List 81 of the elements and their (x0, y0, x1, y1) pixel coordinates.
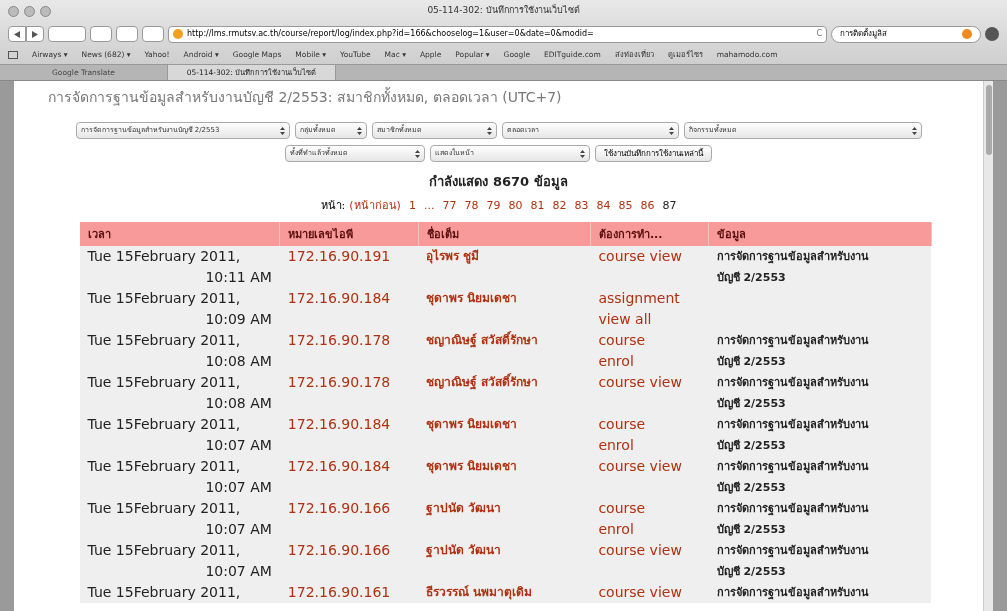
updown-icon (279, 126, 285, 135)
updown-icon (486, 126, 492, 135)
page-link[interactable]: 77 (442, 197, 457, 214)
ip-link[interactable]: 172.16.90.161 (279, 582, 419, 603)
filter-button[interactable]: ใช้งานบันทึกการใช้งานเหล่านี้ (595, 145, 712, 162)
action-link[interactable]: course view (590, 246, 709, 288)
clear-icon[interactable] (962, 29, 972, 39)
name-link[interactable]: ชญาณิษฐ์ สวัสดิ์รักษา (418, 372, 591, 414)
time-cell: Tue 15February 2011, 10:07 AM (79, 456, 280, 498)
info-cell: การจัดการฐานข้อมูลสำหรับงาน บัญชี 2/2553 (708, 498, 931, 540)
action-link[interactable]: course view (590, 540, 709, 582)
updown-icon (415, 149, 420, 158)
window-control[interactable] (8, 5, 19, 17)
page-link[interactable]: 78 (464, 197, 479, 214)
time-cell: Tue 15February 2011, 10:07 AM (79, 498, 280, 540)
time-cell: Tue 15February 2011, 10:11 AM (79, 246, 280, 288)
updown-icon (356, 126, 362, 135)
updown-icon (668, 126, 674, 135)
page-link[interactable]: 84 (596, 197, 611, 214)
name-link[interactable]: ชญาณิษฐ์ สวัสดิ์รักษา (418, 330, 591, 372)
ip-link[interactable]: 172.16.90.166 (279, 498, 419, 540)
address-field[interactable]: http://lms.rmutsv.ac.th/course/report/log/index.php?id=166&chooselog=1&user=0&date=0&modid= C (168, 25, 827, 43)
ip-link[interactable]: 172.16.90.184 (279, 456, 419, 498)
previous-page-link[interactable]: (หน้าก่อน) (349, 197, 401, 214)
page-link[interactable]: 1 (408, 197, 416, 214)
ip-link[interactable]: 172.16.90.184 (279, 414, 419, 456)
info-cell: การจัดการฐานข้อมูลสำหรับงาน บัญชี 2/2553 (708, 414, 931, 456)
window-control[interactable] (24, 5, 35, 17)
time-cell: Tue 15February 2011, 10:08 AM (79, 372, 280, 414)
window-control[interactable] (40, 5, 51, 17)
page-link[interactable]: 80 (508, 197, 523, 214)
info-cell: การจัดการฐานข้อมูลสำหรับงาน (708, 582, 931, 603)
search-field[interactable]: การติดตั้งมูลิส (831, 25, 981, 43)
action-link[interactable]: course view (590, 582, 709, 603)
page-link[interactable]: 83 (574, 197, 589, 214)
action-link[interactable]: course view (590, 372, 709, 414)
page-link[interactable]: 86 (640, 197, 655, 214)
updown-icon (911, 126, 917, 135)
page-heading: การจัดการฐานข้อมูลสำหรับงานบัญชี 2/2553: สมาชิกทั้งหมด, ตลอดเวลา (UTC+7) (48, 87, 562, 108)
action-link[interactable]: course view (590, 456, 709, 498)
name-link[interactable]: ธีรวรรณ์ นพมาตุเดิม (418, 582, 591, 603)
page-link[interactable]: 81 (530, 197, 545, 214)
site-icon (173, 29, 183, 39)
scrollbar[interactable] (983, 81, 993, 611)
back-button[interactable] (8, 26, 26, 42)
info-cell: การจัดการฐานข้อมูลสำหรับงาน บัญชี 2/2553 (708, 456, 931, 498)
info-cell: การจัดการฐานข้อมูลสำหรับงาน บัญชี 2/2553 (708, 372, 931, 414)
forward-icon (32, 30, 38, 38)
page-link[interactable]: 79 (486, 197, 501, 214)
name-link[interactable]: ชุดาพร นิยมเดชา (418, 456, 591, 498)
pager-label: หน้า: (320, 197, 346, 214)
result-count: กำลังแสดง 8670 ข้อมูล (429, 173, 568, 192)
updown-icon (580, 149, 585, 158)
time-cell: Tue 15February 2011, (79, 582, 280, 603)
ip-link[interactable]: 172.16.90.178 (279, 372, 419, 414)
info-cell: การจัดการฐานข้อมูลสำหรับงาน บัญชี 2/2553 (708, 330, 931, 372)
name-link[interactable]: ชุดาพร นิยมเดชา (418, 414, 591, 456)
page-link[interactable]: 87 (662, 197, 677, 214)
name-link[interactable]: อุไรพร ชูมี (418, 246, 591, 288)
window-title: 05-114-302: บันทึกการใช้งานเว็บไซต์ (427, 4, 580, 18)
info-cell: การจัดการฐานข้อมูลสำหรับงาน บัญชี 2/2553 (708, 246, 931, 288)
ip-link[interactable]: 172.16.90.166 (279, 540, 419, 582)
ip-link[interactable]: 172.16.90.184 (279, 288, 419, 330)
download-icon[interactable] (985, 27, 999, 41)
back-icon (14, 30, 20, 38)
forward-button[interactable] (26, 26, 44, 42)
name-link[interactable]: ชุดาพร นิยมเดชา (418, 288, 591, 330)
page-link[interactable]: 82 (552, 197, 567, 214)
time-cell: Tue 15February 2011, 10:07 AM (79, 540, 280, 582)
ip-link[interactable]: 172.16.90.178 (279, 330, 419, 372)
grid-icon[interactable] (8, 51, 18, 59)
page-link[interactable]: 85 (618, 197, 633, 214)
info-cell: การจัดการฐานข้อมูลสำหรับงาน บัญชี 2/2553 (708, 540, 931, 582)
name-link[interactable]: ฐาปนัด วัฒนา (418, 540, 591, 582)
reload-button[interactable]: C (816, 28, 822, 40)
time-cell: Tue 15February 2011, 10:07 AM (79, 414, 280, 456)
ip-link[interactable]: 172.16.90.191 (279, 246, 419, 288)
page-link[interactable]: ... (423, 197, 435, 214)
time-cell: Tue 15February 2011, 10:08 AM (79, 330, 280, 372)
time-cell: Tue 15February 2011, 10:09 AM (79, 288, 280, 330)
name-link[interactable]: ฐาปนัด วัฒนา (418, 498, 591, 540)
